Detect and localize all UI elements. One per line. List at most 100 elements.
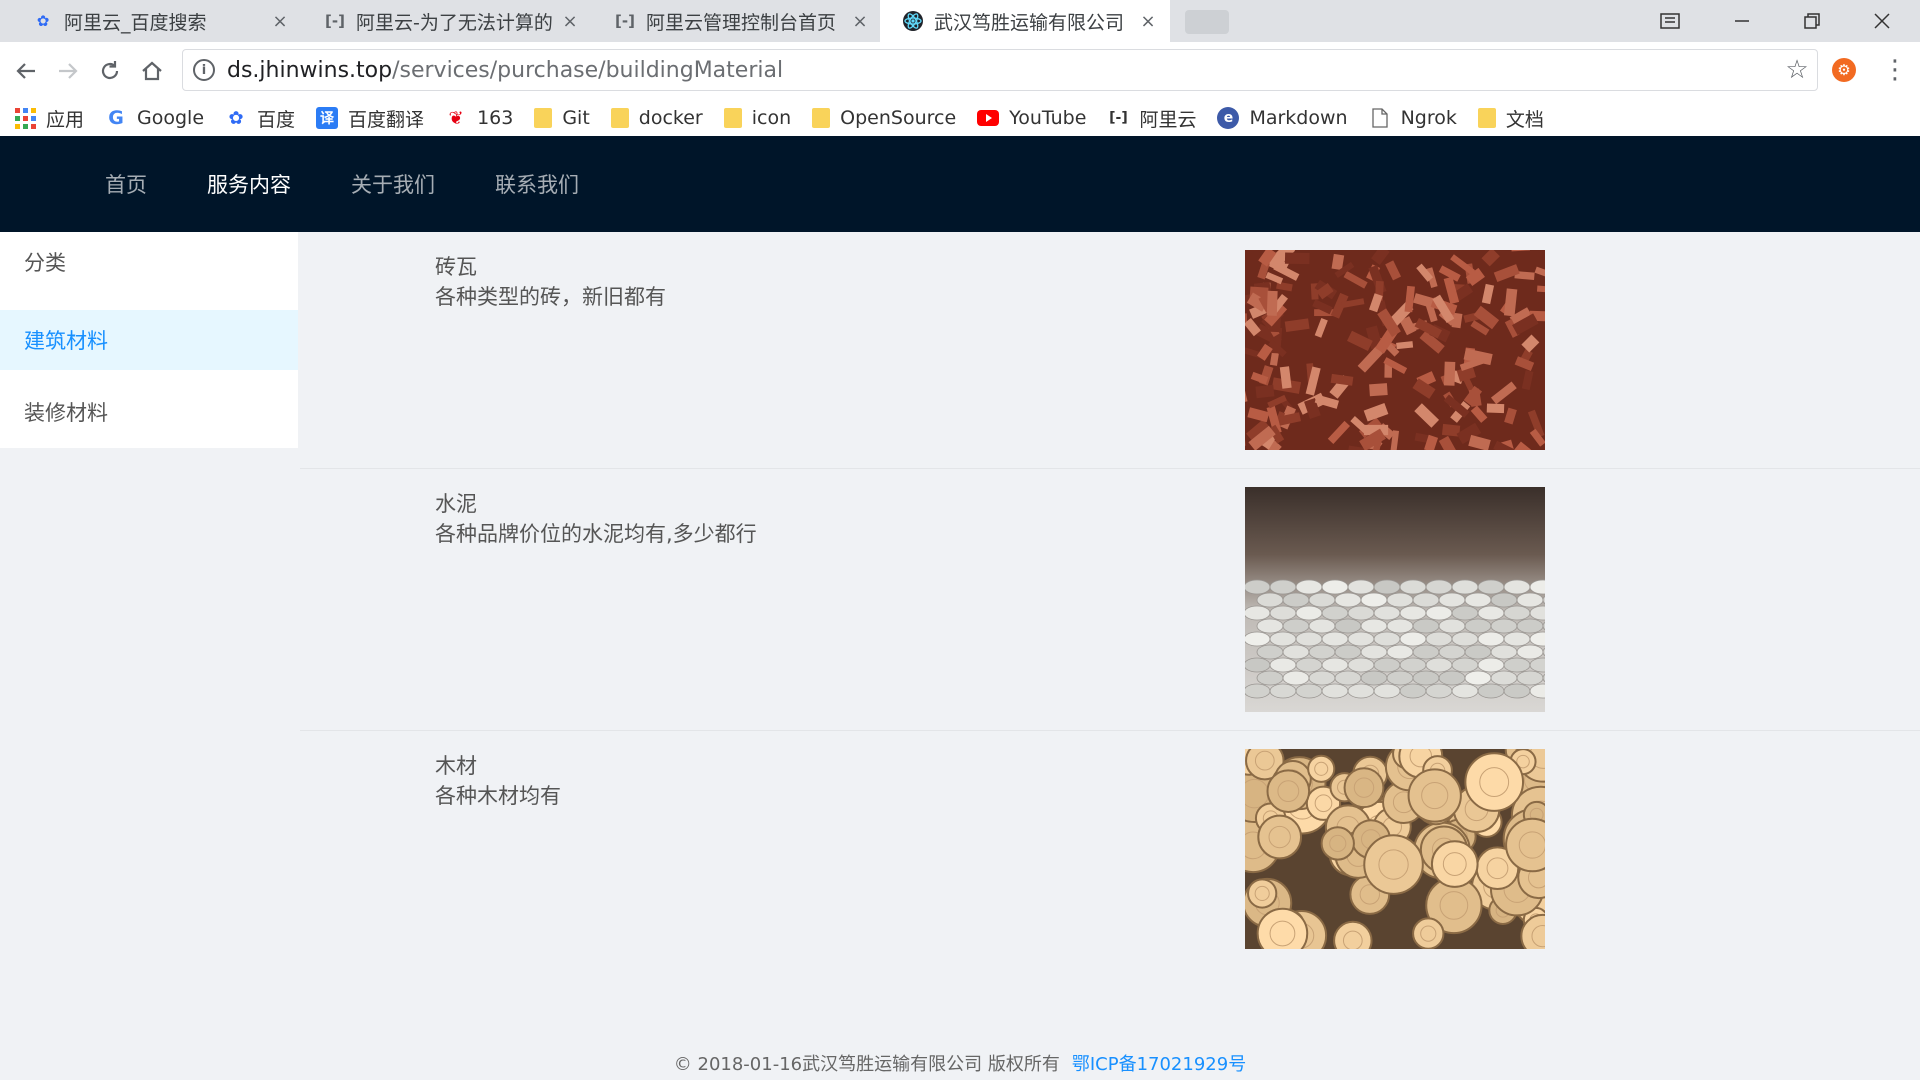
- sidebar-item-building-materials[interactable]: 建筑材料: [0, 310, 298, 370]
- bookmark-opensource[interactable]: OpenSource: [812, 107, 956, 129]
- tab-title: 阿里云-为了无法计算的价值: [356, 11, 552, 34]
- baidu-translate-icon: 译: [316, 107, 339, 129]
- address-bar[interactable]: i ds.jhinwins.top/services/purchase/buil…: [182, 49, 1818, 91]
- url-text: ds.jhinwins.top/services/purchase/buildi…: [227, 58, 1777, 83]
- sidebar-item-category[interactable]: 分类: [0, 232, 298, 292]
- bookmark-apps[interactable]: 应用: [14, 105, 84, 132]
- bookmark-star-icon[interactable]: ☆: [1777, 55, 1817, 85]
- icp-link[interactable]: 鄂ICP备17021929号: [1072, 1054, 1246, 1075]
- bookmark-git[interactable]: Git: [534, 107, 590, 129]
- reload-icon[interactable]: [90, 51, 130, 91]
- bookmark-label: Git: [562, 107, 590, 129]
- folder-icon: [610, 108, 629, 128]
- sidebar-item-decoration-materials[interactable]: 装修材料: [0, 382, 298, 442]
- site-header: 首页 服务内容 关于我们 联系我们: [0, 136, 1920, 232]
- site-info-icon[interactable]: i: [193, 59, 215, 81]
- timber-logs-photo: [1245, 749, 1545, 949]
- profile-icon[interactable]: [1640, 0, 1700, 42]
- bookmark-label: OpenSource: [840, 107, 957, 129]
- tab-title: 阿里云管理控制台首页: [646, 11, 837, 34]
- nav-services[interactable]: 服务内容: [207, 136, 291, 232]
- aliyun-icon: [-]: [1109, 110, 1128, 126]
- material-text: 砖瓦 各种类型的砖，新旧都有: [435, 252, 666, 312]
- bookmark-label: 百度: [257, 108, 296, 131]
- page-icon: [1369, 107, 1391, 129]
- aliyun-icon: [-]: [325, 12, 345, 30]
- forward-arrow-icon[interactable]: [48, 51, 88, 91]
- bookmark-label: Google: [137, 107, 205, 129]
- material-text: 水泥 各种品牌价位的水泥均有,多少都行: [435, 489, 757, 549]
- bookmark-icon-folder[interactable]: icon: [723, 107, 792, 129]
- nav-contact[interactable]: 联系我们: [495, 136, 579, 232]
- material-description: 各种品牌价位的水泥均有,多少都行: [435, 522, 757, 546]
- restore-icon[interactable]: [1782, 0, 1842, 42]
- bricks-photo: [1245, 250, 1545, 450]
- home-icon[interactable]: [132, 51, 172, 91]
- folder-icon: [1477, 108, 1496, 128]
- youtube-icon: [977, 107, 1000, 129]
- bookmarks-bar: 应用 G Google ✿ 百度 译 百度翻译 ❦ 163 Git docker…: [0, 100, 1920, 136]
- netease-163-icon: ❦: [448, 107, 464, 129]
- copyright-text: © 2018-01-16武汉笃胜运输有限公司 版权所有: [673, 1054, 1060, 1075]
- tab-close-icon[interactable]: ×: [1138, 11, 1158, 32]
- bookmark-baidu[interactable]: ✿ 百度: [225, 105, 295, 132]
- markdown-icon: e: [1217, 107, 1240, 129]
- bookmark-youtube[interactable]: YouTube: [977, 107, 1086, 129]
- browser-tab-aliyun-console[interactable]: [-] 阿里云管理控制台首页 ×: [592, 0, 882, 42]
- list-item-timber[interactable]: 木材 各种木材均有: [300, 731, 1920, 982]
- bookmark-label: icon: [751, 107, 792, 129]
- bookmark-docs[interactable]: 文档: [1477, 105, 1544, 132]
- bookmark-label: Ngrok: [1400, 107, 1457, 129]
- bookmark-ngrok[interactable]: Ngrok: [1369, 107, 1457, 129]
- material-title: 木材: [435, 754, 477, 778]
- baidu-paw-icon: ✿: [36, 12, 50, 30]
- bookmark-label: docker: [638, 107, 703, 129]
- bookmark-markdown[interactable]: e Markdown: [1217, 107, 1348, 129]
- browser-tab-aliyun[interactable]: [-] 阿里云-为了无法计算的价值 ×: [302, 0, 592, 42]
- material-description: 各种木材均有: [435, 784, 561, 808]
- tab-close-icon[interactable]: ×: [270, 11, 290, 32]
- tab-title: 阿里云_百度搜索: [64, 11, 207, 34]
- nav-about[interactable]: 关于我们: [351, 136, 435, 232]
- material-description: 各种类型的砖，新旧都有: [435, 285, 666, 309]
- site-footer: © 2018-01-16武汉笃胜运输有限公司 版权所有 鄂ICP备17021929…: [0, 1050, 1920, 1080]
- url-path: /services/purchase/buildingMaterial: [392, 57, 784, 83]
- bookmark-google[interactable]: G Google: [105, 107, 204, 129]
- bookmark-label: YouTube: [1009, 107, 1087, 129]
- folder-icon: [812, 108, 831, 128]
- bookmark-docker[interactable]: docker: [610, 107, 703, 129]
- browser-toolbar: i ds.jhinwins.top/services/purchase/buil…: [0, 42, 1920, 100]
- bookmark-baidu-translate[interactable]: 译 百度翻译: [316, 105, 424, 132]
- browser-tab-active[interactable]: 武汉笃胜运输有限公司 ×: [880, 0, 1170, 42]
- apps-grid-icon: [14, 107, 36, 129]
- react-atom-icon: [902, 10, 924, 32]
- extension-icon[interactable]: ⚙: [1832, 58, 1856, 82]
- category-sidebar: 分类 建筑材料 装修材料: [0, 232, 298, 448]
- material-text: 木材 各种木材均有: [435, 751, 561, 811]
- folder-icon: [723, 108, 742, 128]
- browser-tab-baidu[interactable]: ✿ 阿里云_百度搜索 ×: [10, 0, 302, 42]
- cement-bags-photo: [1245, 487, 1545, 712]
- nav-home[interactable]: 首页: [105, 136, 147, 232]
- bookmark-163[interactable]: ❦ 163: [445, 107, 514, 129]
- tab-title: 武汉笃胜运输有限公司: [934, 11, 1125, 34]
- list-item-bricks[interactable]: 砖瓦 各种类型的砖，新旧都有: [300, 232, 1920, 469]
- close-window-icon[interactable]: [1852, 0, 1912, 42]
- bookmark-label: 百度翻译: [348, 108, 425, 131]
- tab-close-icon[interactable]: ×: [850, 11, 870, 32]
- list-item-cement[interactable]: 水泥 各种品牌价位的水泥均有,多少都行: [300, 469, 1920, 731]
- chrome-menu-icon[interactable]: ⋮: [1880, 54, 1910, 86]
- bookmark-label: 应用: [46, 108, 85, 131]
- folder-icon: [534, 108, 553, 128]
- new-tab-button[interactable]: [1185, 10, 1229, 34]
- bookmark-label: Markdown: [1249, 107, 1348, 129]
- url-host: ds.jhinwins.top: [227, 57, 393, 83]
- aliyun-icon: [-]: [615, 12, 635, 30]
- bookmark-label: 文档: [1505, 108, 1544, 131]
- back-arrow-icon[interactable]: [6, 51, 46, 91]
- material-title: 水泥: [435, 492, 477, 516]
- bookmark-aliyun[interactable]: [-] 阿里云: [1107, 105, 1196, 132]
- minimize-icon[interactable]: [1712, 0, 1772, 42]
- material-title: 砖瓦: [435, 255, 477, 279]
- tab-close-icon[interactable]: ×: [560, 11, 580, 32]
